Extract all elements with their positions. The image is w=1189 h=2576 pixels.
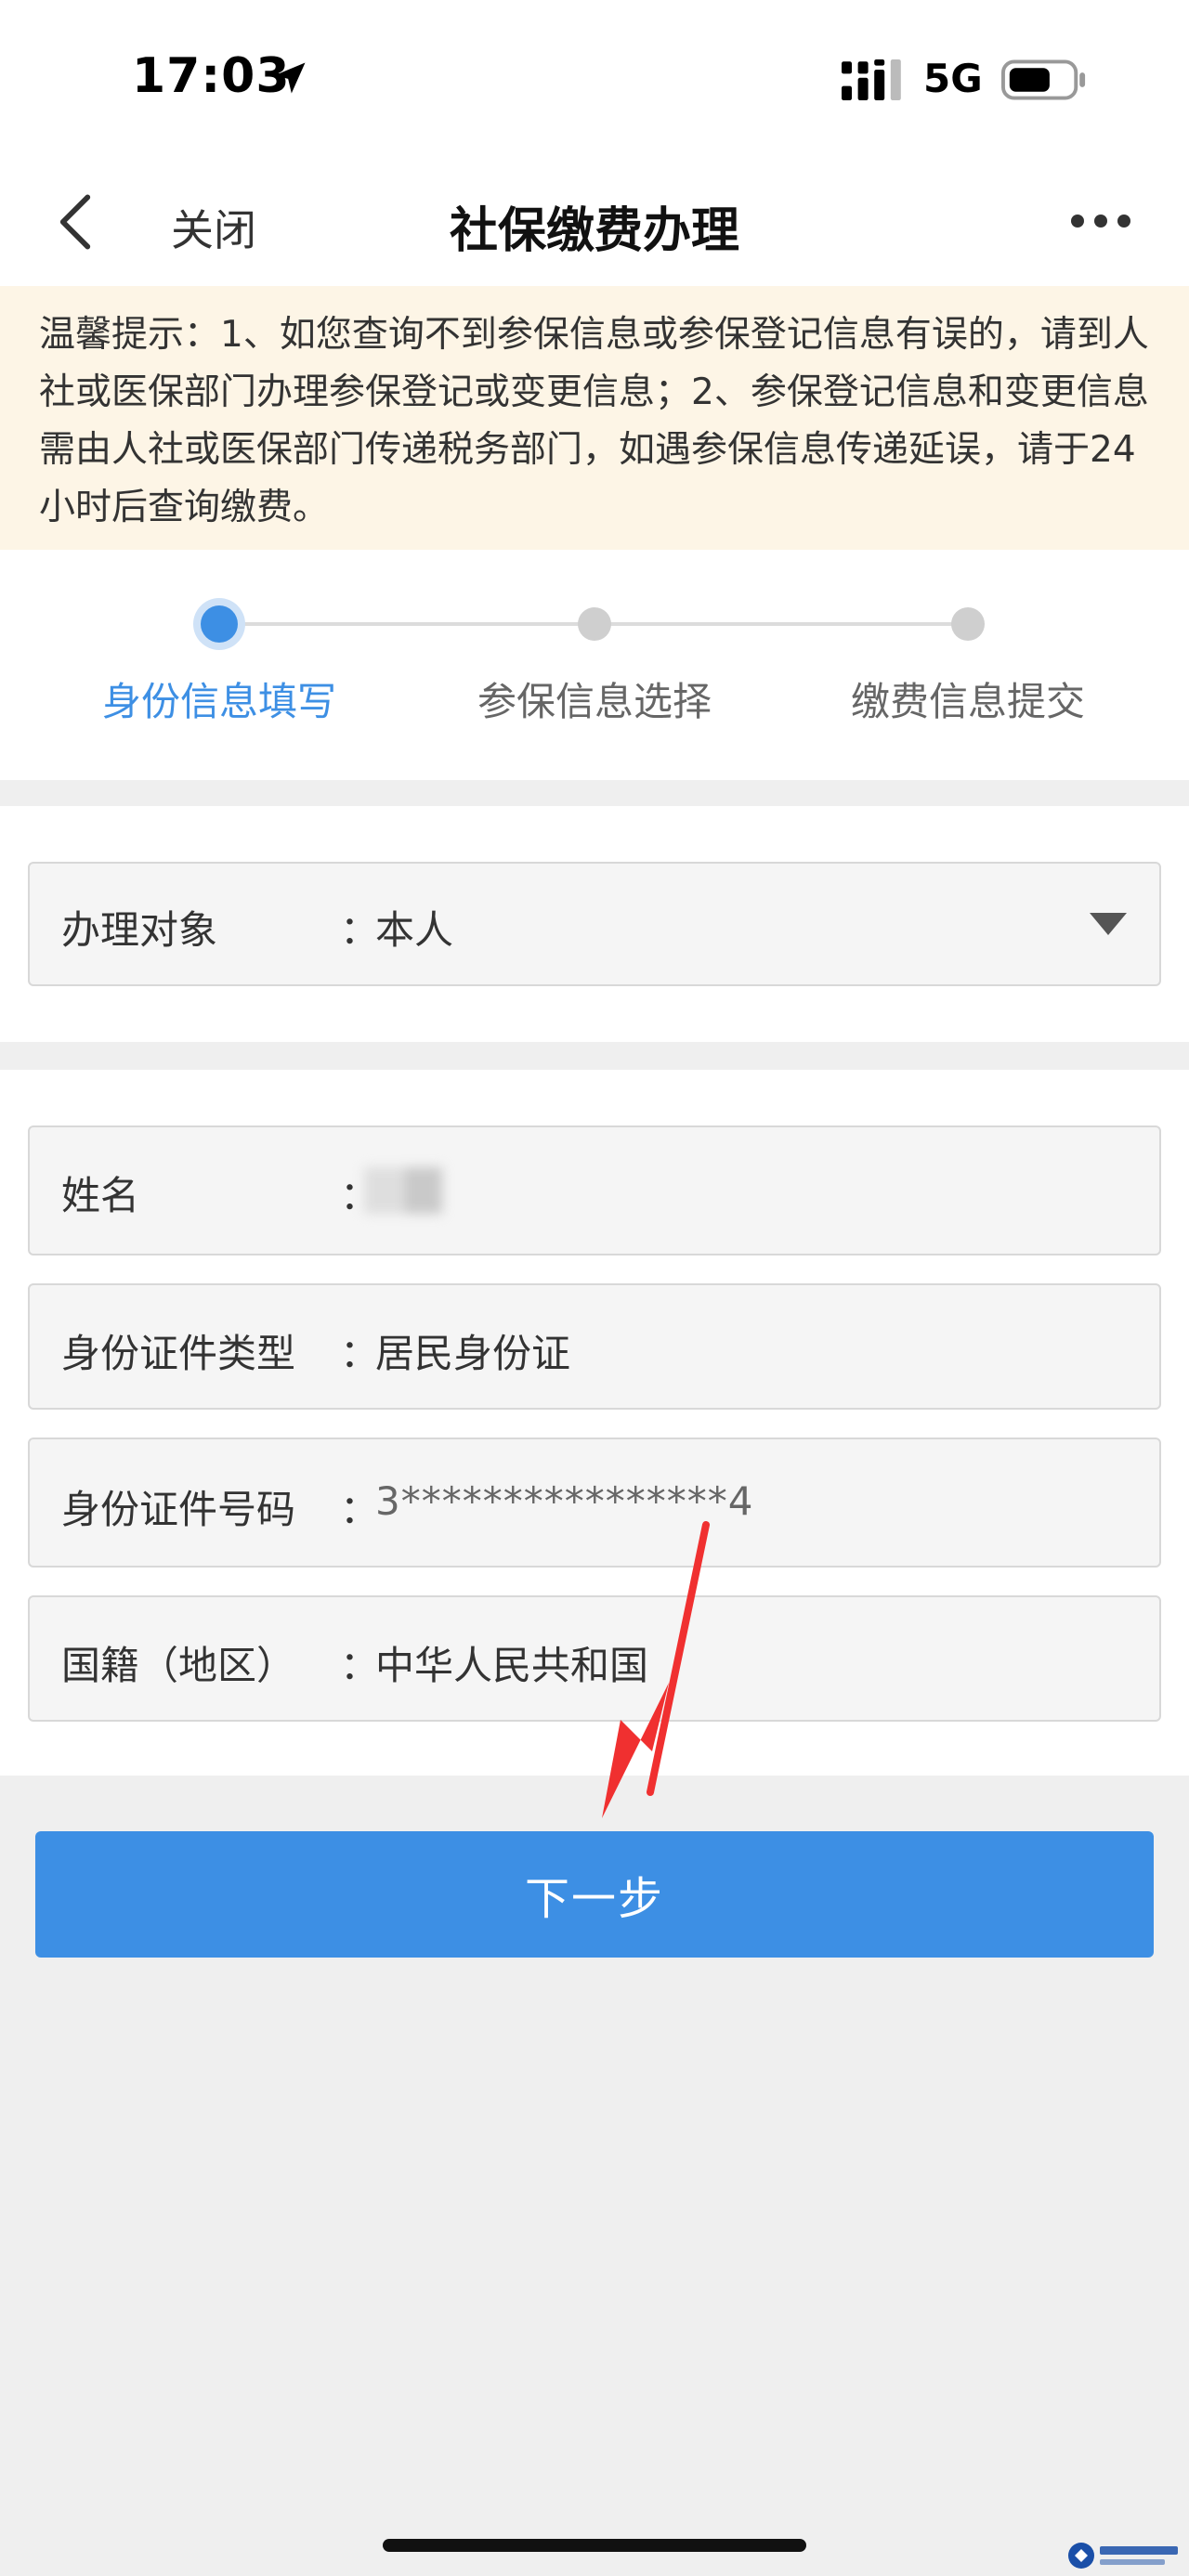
id-type-value: 居民身份证 <box>375 1331 571 1376</box>
field-colon: ： <box>340 1331 380 1376</box>
blurred-name <box>364 1161 466 1220</box>
field-colon: ： <box>340 1487 380 1532</box>
id-number-field[interactable]: 身份证件号码 ： 3****************4 <box>28 1438 1161 1568</box>
notice-banner: 温馨提示：1、如您查询不到参保信息或参保登记信息有误的，请到人社或医保部门办理参… <box>0 286 1189 550</box>
notice-text: 温馨提示：1、如您查询不到参保信息或参保登记信息有误的，请到人社或医保部门办理参… <box>39 314 1149 528</box>
location-arrow-icon <box>274 62 306 94</box>
step-label-payment: 缴费信息提交 <box>850 679 1085 724</box>
step-label-identity: 身份信息填写 <box>101 679 336 724</box>
step-dot <box>951 607 985 641</box>
step-dot-active <box>201 605 238 643</box>
field-colon: ： <box>340 1643 380 1688</box>
nationality-field[interactable]: 国籍（地区） ： 中华人民共和国 <box>28 1595 1161 1722</box>
status-bar: 17:03 5G <box>0 0 1189 158</box>
applicant-value: 本人 <box>375 907 454 953</box>
step-label-insurance: 参保信息选择 <box>477 679 712 724</box>
watermark-logo <box>1068 2543 1178 2569</box>
id-type-label: 身份证件类型 <box>61 1331 296 1376</box>
id-type-field[interactable]: 身份证件类型 ： 居民身份证 <box>28 1283 1161 1410</box>
signal-bars-icon <box>842 59 901 100</box>
next-step-button[interactable]: 下一步 <box>35 1831 1154 1958</box>
nationality-value: 中华人民共和国 <box>375 1643 649 1688</box>
name-field[interactable]: 姓名 ： <box>28 1125 1161 1255</box>
home-indicator <box>383 2539 806 2552</box>
nationality-label: 国籍（地区） <box>61 1643 296 1688</box>
network-type: 5G <box>923 56 983 101</box>
applicant-section: 办理对象 ： 本人 <box>0 806 1189 1042</box>
battery-icon <box>1001 59 1086 100</box>
caret-down-icon[interactable] <box>1089 912 1128 936</box>
chevron-left-icon[interactable] <box>52 193 98 251</box>
step-connector <box>219 622 594 626</box>
step-dot <box>578 607 611 641</box>
close-button[interactable]: 关闭 <box>171 197 256 258</box>
page: 17:03 5G 社保缴费办理 关闭 温馨提示：1、如您查询不到参保信息或参保登… <box>0 0 1189 2576</box>
step-connector <box>594 622 970 626</box>
applicant-select[interactable]: 办理对象 ： 本人 <box>28 862 1161 986</box>
id-number-value: 3****************4 <box>375 1478 754 1524</box>
field-colon: ： <box>340 907 380 953</box>
progress-steps: 身份信息填写 参保信息选择 缴费信息提交 <box>0 550 1189 780</box>
nav-bar: 社保缴费办理 关闭 <box>0 158 1189 286</box>
applicant-label: 办理对象 <box>61 907 218 953</box>
name-label: 姓名 <box>61 1173 140 1218</box>
status-time: 17:03 <box>132 48 291 104</box>
identity-section: 姓名 ： 身份证件类型 ： 居民身份证 身份证件号码 ： 3**********… <box>0 1070 1189 1776</box>
id-number-label: 身份证件号码 <box>61 1487 296 1532</box>
more-dots-icon[interactable] <box>1068 210 1133 232</box>
